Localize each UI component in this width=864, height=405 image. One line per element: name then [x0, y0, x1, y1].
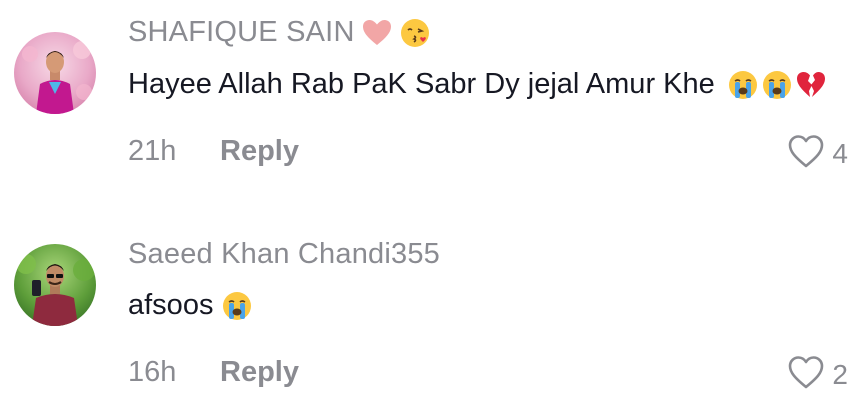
heart-outline-icon: [786, 353, 826, 396]
crying-face-emoji: [761, 68, 793, 101]
heart-emoji: [361, 17, 393, 49]
like-count: 4: [832, 137, 848, 169]
comment-timestamp: 16h: [128, 356, 177, 388]
comment-item: Saeed Khan Chandi355 afsoos 16h Reply 2: [0, 210, 864, 400]
reply-button[interactable]: Reply: [220, 356, 299, 389]
crying-face-emoji: [221, 289, 253, 322]
comment-timestamp: 21h: [128, 135, 177, 167]
comment-header: SHAFIQUE SAIN: [128, 16, 431, 49]
comment-item: SHAFIQUE SAIN Hayee Allah Rab PaK Sabr D…: [0, 0, 864, 190]
like-count: 2: [832, 358, 848, 390]
reply-button[interactable]: Reply: [220, 135, 299, 168]
comment-text: Hayee Allah Rab PaK Sabr Dy jejal Amur K…: [128, 68, 827, 101]
comment-text: afsoos: [128, 289, 253, 322]
comment-text-content: afsoos: [128, 289, 214, 322]
kissing-face-emoji: [399, 17, 431, 49]
avatar[interactable]: [14, 244, 96, 326]
like-button[interactable]: 4: [786, 132, 848, 175]
username[interactable]: SHAFIQUE SAIN: [128, 16, 355, 49]
username[interactable]: Saeed Khan Chandi355: [128, 238, 440, 271]
heart-outline-icon: [786, 132, 826, 175]
crying-face-emoji: [727, 68, 759, 101]
broken-heart-emoji: [795, 68, 827, 101]
avatar[interactable]: [14, 32, 96, 114]
like-button[interactable]: 2: [786, 353, 848, 396]
comment-text-content: Hayee Allah Rab PaK Sabr Dy jejal Amur K…: [128, 68, 715, 101]
